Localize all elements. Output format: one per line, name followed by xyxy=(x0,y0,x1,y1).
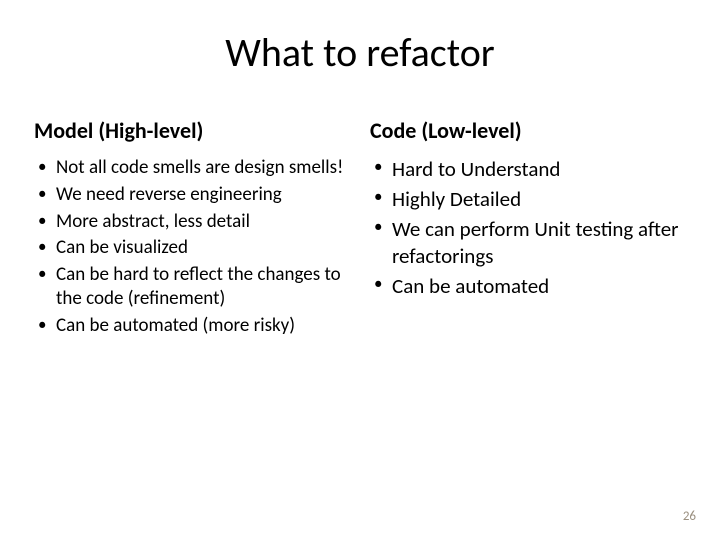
slide: What to refactor Model (High-level) Not … xyxy=(0,0,720,540)
list-item: Can be automated (more risky) xyxy=(34,314,350,338)
slide-title: What to refactor xyxy=(34,28,686,77)
list-item: Highly Detailed xyxy=(370,186,686,213)
right-heading: Code (Low-level) xyxy=(370,117,686,144)
list-item: We can perform Unit testing after refact… xyxy=(370,216,686,270)
list-item: Can be automated xyxy=(370,273,686,300)
list-item: Not all code smells are design smells! xyxy=(34,156,350,180)
left-column: Model (High-level) Not all code smells a… xyxy=(34,117,350,340)
list-item: More abstract, less detail xyxy=(34,210,350,234)
page-number: 26 xyxy=(683,509,696,524)
list-item: Hard to Understand xyxy=(370,156,686,183)
list-item: Can be visualized xyxy=(34,236,350,260)
right-column: Code (Low-level) Hard to Understand High… xyxy=(370,117,686,340)
left-heading: Model (High-level) xyxy=(34,117,350,144)
list-item: Can be hard to reflect the changes to th… xyxy=(34,263,350,311)
list-item: We need reverse engineering xyxy=(34,183,350,207)
left-list: Not all code smells are design smells! W… xyxy=(34,156,350,337)
columns: Model (High-level) Not all code smells a… xyxy=(34,117,686,340)
right-list: Hard to Understand Highly Detailed We ca… xyxy=(370,156,686,299)
